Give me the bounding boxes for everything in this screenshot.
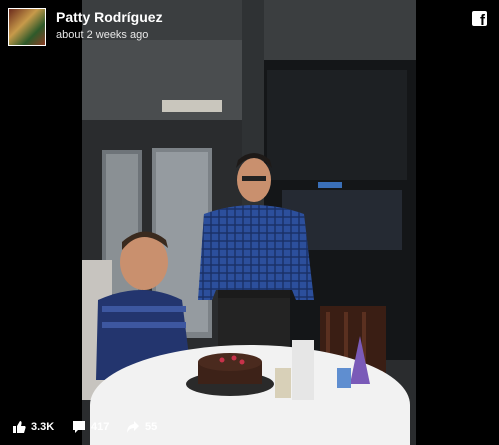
share-arrow-icon bbox=[127, 421, 139, 433]
shares-count[interactable]: 55 bbox=[126, 418, 157, 436]
author-name[interactable]: Patty Rodríguez bbox=[56, 9, 163, 25]
video-still bbox=[82, 0, 416, 445]
thumbs-up-icon bbox=[13, 421, 26, 433]
avatar[interactable] bbox=[8, 8, 46, 46]
video-frame[interactable] bbox=[82, 0, 416, 445]
engagement-bar: 3.3K 417 55 bbox=[0, 412, 499, 442]
post-header: Patty Rodríguez about 2 weeks ago f bbox=[0, 0, 499, 52]
comments-value: 417 bbox=[91, 421, 110, 433]
post-timestamp[interactable]: about 2 weeks ago bbox=[56, 29, 148, 41]
comments-count[interactable]: 417 bbox=[72, 418, 109, 436]
likes-count[interactable]: 3.3K bbox=[12, 418, 54, 436]
shares-value: 55 bbox=[145, 421, 158, 433]
facebook-icon[interactable]: f bbox=[472, 11, 487, 28]
comment-icon bbox=[73, 421, 85, 433]
likes-value: 3.3K bbox=[31, 421, 55, 433]
video-player[interactable]: Patty Rodríguez about 2 weeks ago f 3.3K… bbox=[0, 0, 499, 445]
